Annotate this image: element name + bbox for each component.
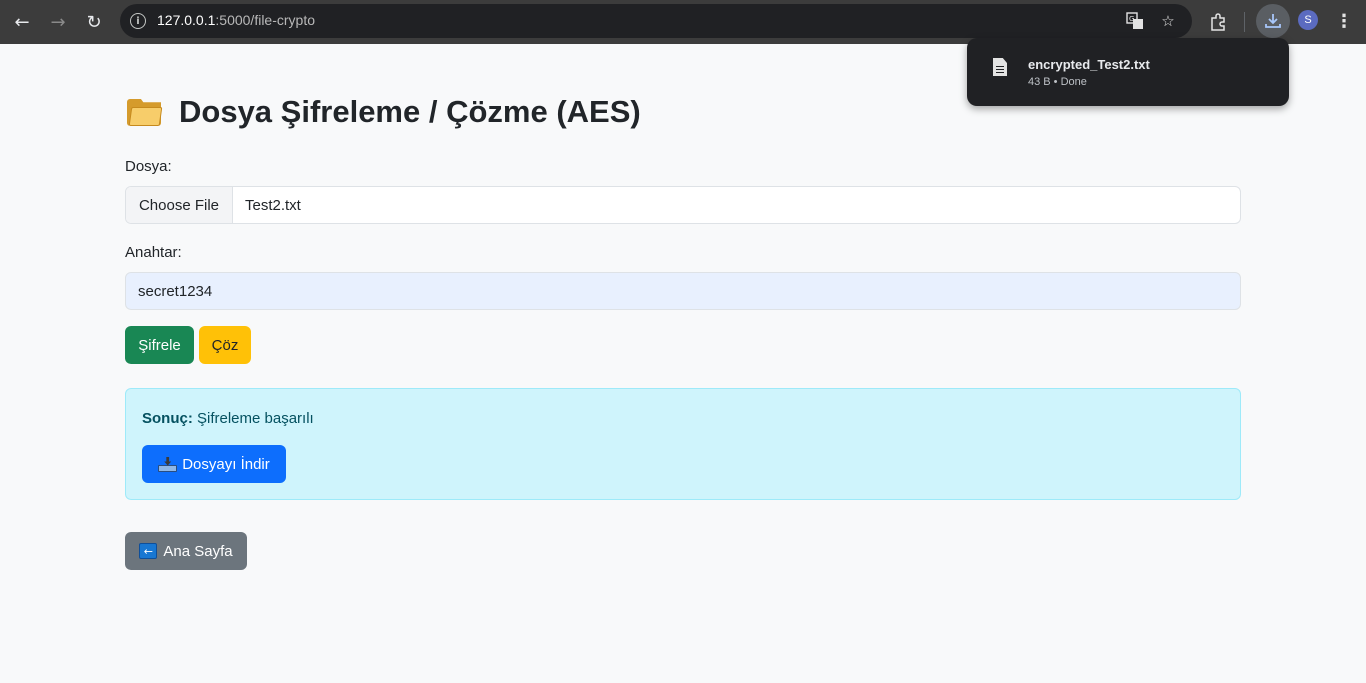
url-text[interactable]: 127.0.0.1:5000/file-crypto: [157, 12, 315, 28]
key-label: Anahtar:: [125, 244, 182, 261]
page-title-text: Dosya Şifreleme / Çözme (AES): [179, 94, 641, 129]
info-icon[interactable]: i: [130, 13, 146, 29]
download-file-button[interactable]: Dosyayı İndir: [142, 445, 286, 483]
back-arrow-icon[interactable]: ←: [8, 8, 36, 36]
download-bubble[interactable]: encrypted_Test2.txt 43 B • Done: [967, 38, 1289, 106]
translate-icon[interactable]: G: [1125, 11, 1145, 31]
result-text: Sonuç: Şifreleme başarılı: [142, 410, 314, 427]
forward-arrow-icon[interactable]: →: [44, 8, 72, 36]
download-icon[interactable]: [1256, 4, 1290, 38]
avatar[interactable]: S: [1298, 10, 1318, 30]
page-title: Dosya Şifreleme / Çözme (AES): [125, 94, 641, 130]
encrypt-button[interactable]: Şifrele: [125, 326, 194, 364]
home-button-label: Ana Sayfa: [163, 542, 233, 560]
file-input[interactable]: Choose File Test2.txt: [125, 186, 1241, 224]
svg-text:G: G: [1129, 15, 1134, 23]
inbox-tray-icon: [158, 456, 178, 472]
left-arrow-icon: ←: [139, 543, 158, 559]
download-status: 43 B • Done: [1028, 76, 1087, 88]
key-input[interactable]: secret1234: [125, 272, 1241, 310]
download-file-name[interactable]: encrypted_Test2.txt: [1028, 57, 1150, 72]
toolbar-divider: [1244, 12, 1245, 32]
choose-file-button[interactable]: Choose File: [126, 187, 233, 223]
decrypt-button[interactable]: Çöz: [199, 326, 251, 364]
star-icon[interactable]: ☆: [1158, 11, 1178, 31]
file-label: Dosya:: [125, 158, 172, 175]
folder-icon: [127, 98, 163, 126]
download-file-label: Dosyayı İndir: [182, 455, 270, 473]
selected-file-name: Test2.txt: [245, 196, 301, 214]
file-icon: [993, 58, 1007, 76]
home-button[interactable]: ← Ana Sayfa: [125, 532, 247, 570]
reload-icon[interactable]: ↻: [80, 8, 108, 36]
address-bar[interactable]: i 127.0.0.1:5000/file-crypto G ☆: [120, 4, 1192, 38]
result-message: Şifreleme başarılı: [192, 410, 314, 427]
result-alert: Sonuç: Şifreleme başarılı Dosyayı İndir: [125, 388, 1241, 500]
result-label: Sonuç:: [142, 410, 193, 427]
kebab-menu-icon[interactable]: ⋮: [1334, 8, 1354, 34]
puzzle-icon[interactable]: [1204, 8, 1232, 36]
